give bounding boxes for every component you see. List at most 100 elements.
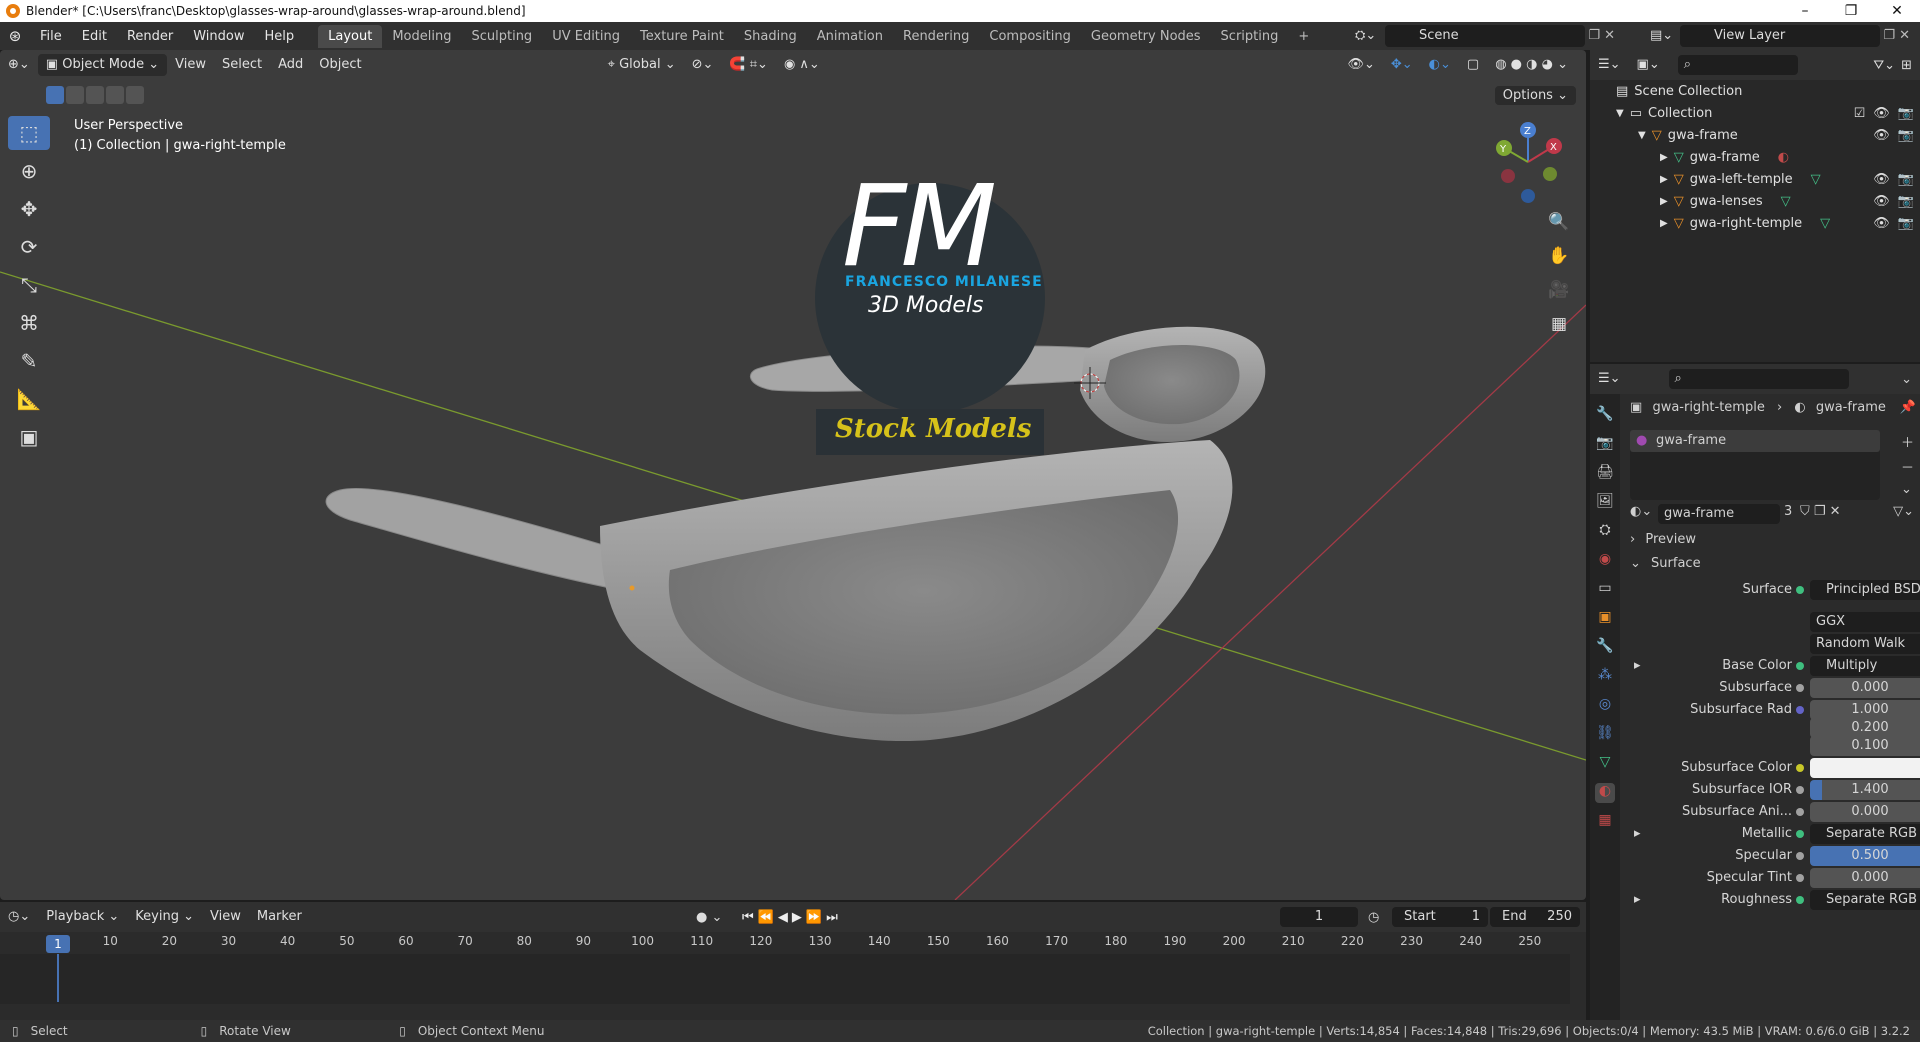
menu-playback[interactable]: Playback ⌄: [38, 906, 127, 928]
material-tab-icon[interactable]: ◐: [1595, 783, 1615, 803]
view-layer-tab-icon[interactable]: 🖼: [1595, 493, 1615, 513]
eye-icon[interactable]: 👁: [1873, 106, 1890, 121]
menu-select[interactable]: Select: [214, 54, 270, 76]
filter-slot-icon[interactable]: ▽⌄: [1893, 504, 1914, 519]
options-button[interactable]: Options ⌄: [1494, 86, 1576, 105]
menu-object[interactable]: Object: [311, 54, 369, 76]
xray-icon[interactable]: ▢: [1459, 54, 1487, 76]
ortho-grid-icon[interactable]: ▦: [1546, 314, 1572, 338]
filter-icon[interactable]: ⛛⌄: [1873, 58, 1895, 73]
display-mode-icon[interactable]: ▣⌄: [1629, 54, 1668, 76]
properties-editor-type-icon[interactable]: ☰⌄: [1590, 368, 1629, 390]
new-collection-icon[interactable]: ⊞: [1901, 58, 1912, 73]
snap-icon[interactable]: 🧲 ⌗⌄: [721, 54, 776, 76]
select-extend-icon[interactable]: [66, 86, 84, 104]
frame-tick-label[interactable]: 100: [631, 934, 654, 948]
start-frame-field[interactable]: Start 1: [1392, 907, 1488, 927]
view-layer-selector[interactable]: ▤⌄ View Layer ❐ ✕: [1650, 25, 1910, 47]
material-users-count[interactable]: 3: [1784, 504, 1792, 519]
add-slot-button[interactable]: ＋: [1901, 432, 1914, 451]
material-actions-icon[interactable]: ⛉ ❐ ✕: [1800, 504, 1841, 519]
tab-uv-editing[interactable]: UV Editing: [542, 25, 630, 48]
property-field[interactable]: 0.000: [1810, 868, 1920, 888]
3d-viewport[interactable]: FM FRANCESCO MILANESE 3D Models Stock Mo…: [0, 50, 1586, 900]
socket-icon[interactable]: [1796, 896, 1804, 904]
tab-scripting[interactable]: Scripting: [1211, 25, 1289, 48]
preview-section[interactable]: › Preview: [1630, 532, 1696, 547]
expand-arrow-icon[interactable]: ▼: [1616, 108, 1624, 119]
property-field[interactable]: 0.200: [1810, 718, 1920, 738]
tab-modeling[interactable]: Modeling: [382, 25, 461, 48]
outliner-scene-collection[interactable]: ▤ Scene Collection: [1590, 80, 1920, 102]
maximize-button[interactable]: ❐: [1828, 0, 1874, 22]
eye-icon[interactable]: 👁: [1873, 216, 1890, 231]
particles-tab-icon[interactable]: ⁂: [1595, 667, 1615, 687]
texture-tab-icon[interactable]: ▦: [1595, 812, 1615, 832]
timeline-editor[interactable]: ◷⌄ Playback ⌄ Keying ⌄ View Marker ● ⌄ ⏮…: [0, 902, 1586, 1020]
pan-hand-icon[interactable]: ✋: [1546, 246, 1572, 270]
tool-tab-icon[interactable]: 🔧: [1595, 406, 1615, 426]
tab-texture-paint[interactable]: Texture Paint: [630, 25, 734, 48]
menu-help[interactable]: Help: [255, 29, 305, 44]
expand-arrow-icon[interactable]: ▶: [1660, 152, 1668, 163]
overlay-icon[interactable]: ◐⌄: [1421, 54, 1459, 76]
socket-icon[interactable]: [1796, 874, 1804, 882]
new-scene-icon[interactable]: ❐ ✕: [1588, 25, 1615, 47]
outliner-search-input[interactable]: ⌕: [1677, 55, 1798, 75]
property-dropdown[interactable]: GGX: [1810, 612, 1920, 632]
tab-layout[interactable]: Layout: [318, 24, 383, 48]
transform-tool[interactable]: ⌘: [8, 306, 50, 340]
outliner-item[interactable]: ▶ ▽ gwa-frame ◐: [1590, 146, 1920, 168]
minimize-button[interactable]: –: [1782, 0, 1828, 22]
frame-tick-label[interactable]: 50: [339, 934, 354, 948]
record-icon[interactable]: ● ⌄: [696, 910, 722, 925]
property-field[interactable]: 0.000: [1810, 678, 1920, 698]
new-view-layer-icon[interactable]: ❐ ✕: [1883, 25, 1910, 47]
frame-tick-label[interactable]: 70: [457, 934, 472, 948]
eye-icon[interactable]: 👁: [1873, 172, 1890, 187]
camera-render-icon[interactable]: 📷: [1898, 216, 1914, 231]
frame-tick-label[interactable]: 110: [690, 934, 713, 948]
expand-arrow-icon[interactable]: ▼: [1638, 130, 1646, 141]
gizmo-icon[interactable]: ✥⌄: [1383, 54, 1421, 76]
camera-icon[interactable]: 🎥: [1546, 280, 1572, 304]
outliner-item[interactable]: ▶ ▽ gwa-lenses ▽ 👁 📷: [1590, 190, 1920, 212]
modifier-tab-icon[interactable]: 🔧: [1595, 638, 1615, 658]
proportional-edit-icon[interactable]: ◉ ∧⌄: [776, 54, 828, 76]
end-frame-field[interactable]: End 250: [1490, 907, 1580, 927]
tab-rendering[interactable]: Rendering: [893, 25, 979, 48]
expand-arrow-icon[interactable]: ▸: [1634, 656, 1641, 676]
material-datablock[interactable]: ◐⌄ gwa-frame 3 ⛉ ❐ ✕: [1630, 504, 1841, 524]
frame-ruler[interactable]: 1102030405060708090100110120130140150160…: [0, 934, 1586, 954]
frame-tick-label[interactable]: 60: [398, 934, 413, 948]
timeline-track-area[interactable]: [0, 954, 1570, 1004]
visibility-icon[interactable]: 👁⌄: [1339, 54, 1382, 76]
menu-timeline-view[interactable]: View: [202, 906, 249, 928]
add-workspace-button[interactable]: +: [1288, 25, 1319, 48]
outliner-item[interactable]: ▶ ▽ gwa-right-temple ▽ 👁 📷: [1590, 212, 1920, 234]
expand-arrow-icon[interactable]: ▸: [1634, 890, 1641, 910]
scene-tab-icon[interactable]: ⛭: [1595, 522, 1615, 542]
socket-icon[interactable]: [1796, 808, 1804, 816]
transform-orientation[interactable]: ⌖ Global ⌄: [600, 54, 684, 76]
socket-icon[interactable]: [1796, 786, 1804, 794]
menu-marker[interactable]: Marker: [249, 906, 310, 928]
render-tab-icon[interactable]: 📷: [1595, 435, 1615, 455]
menu-edit[interactable]: Edit: [72, 29, 117, 44]
constraints-tab-icon[interactable]: ⛓: [1595, 725, 1615, 745]
frame-tick-label[interactable]: 130: [809, 934, 832, 948]
camera-render-icon[interactable]: 📷: [1898, 128, 1914, 143]
scale-tool[interactable]: ⤡: [8, 268, 50, 302]
pin-icon[interactable]: 📌: [1900, 400, 1916, 415]
frame-tick-label[interactable]: 200: [1223, 934, 1246, 948]
select-subtract-icon[interactable]: [86, 86, 104, 104]
move-tool[interactable]: ✥: [8, 192, 50, 226]
outliner-item[interactable]: ▼ ▽ gwa-frame 👁 📷: [1590, 124, 1920, 146]
eye-icon[interactable]: 👁: [1873, 128, 1890, 143]
property-field[interactable]: Separate RGB: [1810, 890, 1920, 910]
expand-arrow-icon[interactable]: ▶: [1660, 174, 1668, 185]
property-field[interactable]: 0.000: [1810, 802, 1920, 822]
socket-icon[interactable]: [1796, 662, 1804, 670]
camera-render-icon[interactable]: 📷: [1898, 194, 1914, 209]
property-field[interactable]: Principled BSDF: [1810, 580, 1920, 600]
